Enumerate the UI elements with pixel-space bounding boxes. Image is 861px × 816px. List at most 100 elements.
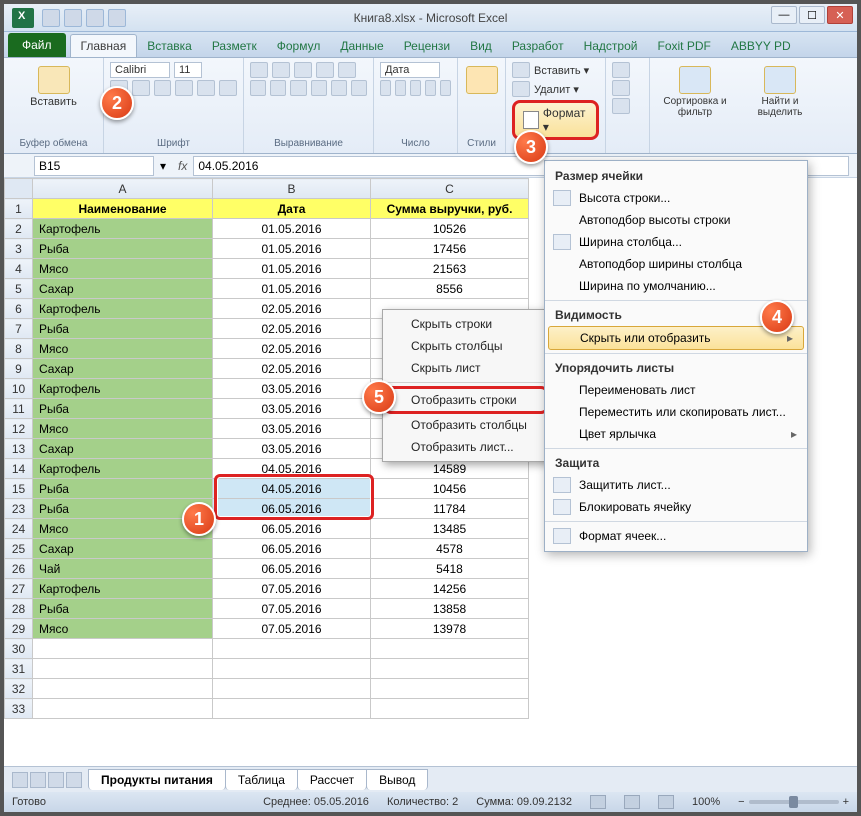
cell-date[interactable]: 01.05.2016 [213, 219, 371, 239]
indent-inc-icon[interactable] [331, 80, 347, 96]
cell-name[interactable]: Картофель [33, 579, 213, 599]
cell-date[interactable]: 06.05.2016 [213, 499, 371, 519]
menu-protect-sheet[interactable]: Защитить лист... [545, 474, 807, 496]
cell-date[interactable]: 03.05.2016 [213, 399, 371, 419]
menu-row-autofit[interactable]: Автоподбор высоты строки [545, 209, 807, 231]
row-header[interactable]: 24 [5, 519, 33, 539]
name-box[interactable]: B15 [34, 156, 154, 176]
cell-name[interactable]: Чай [33, 559, 213, 579]
percent-icon[interactable] [395, 80, 406, 96]
col-header-a[interactable]: A [33, 179, 213, 199]
align-left-icon[interactable] [250, 80, 266, 96]
font-name[interactable]: Calibri [110, 62, 170, 78]
align-center-icon[interactable] [270, 80, 286, 96]
underline-icon[interactable] [154, 80, 172, 96]
sheet-nav-first[interactable] [12, 772, 28, 788]
comma-icon[interactable] [410, 80, 421, 96]
sort-filter-button[interactable]: Сортировка и фильтр [656, 62, 734, 122]
menu-row-height[interactable]: Высота строки... [545, 187, 807, 209]
wrap-icon[interactable] [338, 62, 356, 78]
tab-home[interactable]: Главная [70, 34, 138, 57]
cell-name[interactable]: Картофель [33, 379, 213, 399]
cell-sum[interactable]: 10526 [371, 219, 529, 239]
cell-name[interactable]: Картофель [33, 219, 213, 239]
namebox-dropdown-icon[interactable]: ▾ [154, 159, 172, 173]
cell-name[interactable]: Рыба [33, 599, 213, 619]
paste-button[interactable]: Вставить [10, 62, 97, 112]
cell-date[interactable]: 04.05.2016 [213, 459, 371, 479]
row-header[interactable]: 33 [5, 699, 33, 719]
cell-name[interactable]: Сахар [33, 439, 213, 459]
row-header[interactable]: 3 [5, 239, 33, 259]
delete-cells-button[interactable]: Удалит ▾ [512, 81, 599, 97]
menu-hide-rows[interactable]: Скрыть строки [383, 313, 549, 335]
row-header[interactable]: 31 [5, 659, 33, 679]
menu-unhide-rows[interactable]: Отобразить строки [383, 386, 549, 414]
cell-date[interactable]: 07.05.2016 [213, 579, 371, 599]
cell-sum[interactable]: 13978 [371, 619, 529, 639]
tab-insert[interactable]: Вставка [137, 35, 202, 57]
cell-name[interactable]: Сахар [33, 359, 213, 379]
sheet-nav-last[interactable] [66, 772, 82, 788]
cell-sum[interactable]: 14256 [371, 579, 529, 599]
currency-icon[interactable] [380, 80, 391, 96]
cell-name[interactable]: Мясо [33, 619, 213, 639]
cell-date[interactable]: 02.05.2016 [213, 339, 371, 359]
row-header[interactable]: 5 [5, 279, 33, 299]
tab-formulas[interactable]: Формул [267, 35, 331, 57]
menu-unhide-sheet[interactable]: Отобразить лист... [383, 436, 549, 458]
cell-date[interactable]: 02.05.2016 [213, 359, 371, 379]
indent-dec-icon[interactable] [311, 80, 327, 96]
cell-date[interactable]: 01.05.2016 [213, 259, 371, 279]
row-header[interactable]: 1 [5, 199, 33, 219]
cell-date[interactable]: 06.05.2016 [213, 559, 371, 579]
row-header[interactable]: 13 [5, 439, 33, 459]
clear-icon[interactable] [612, 98, 630, 114]
redo-icon[interactable] [86, 9, 104, 27]
menu-hide-cols[interactable]: Скрыть столбцы [383, 335, 549, 357]
merge-icon[interactable] [351, 80, 367, 96]
row-header[interactable]: 23 [5, 499, 33, 519]
cell-date[interactable]: 04.05.2016 [213, 479, 371, 499]
col-header-b[interactable]: B [213, 179, 371, 199]
sheet-tab-active[interactable]: Продукты питания [88, 769, 226, 790]
cell-sum[interactable]: 5418 [371, 559, 529, 579]
tab-developer[interactable]: Разработ [502, 35, 574, 57]
menu-format-cells[interactable]: Формат ячеек... [545, 525, 807, 547]
styles-button[interactable] [464, 62, 499, 98]
row-header[interactable]: 27 [5, 579, 33, 599]
header-sum[interactable]: Сумма выручки, руб. [371, 199, 529, 219]
cell-sum[interactable]: 8556 [371, 279, 529, 299]
cell-sum[interactable]: 10456 [371, 479, 529, 499]
header-name[interactable]: Наименование [33, 199, 213, 219]
tab-review[interactable]: Рецензи [394, 35, 460, 57]
tab-foxit[interactable]: Foxit PDF [647, 35, 720, 57]
cell-date[interactable]: 01.05.2016 [213, 279, 371, 299]
cell-date[interactable]: 03.05.2016 [213, 419, 371, 439]
row-header[interactable]: 12 [5, 419, 33, 439]
view-layout-icon[interactable] [624, 795, 640, 809]
align-bot-icon[interactable] [294, 62, 312, 78]
cell-sum[interactable]: 21563 [371, 259, 529, 279]
sheet-tab[interactable]: Рассчет [297, 769, 367, 790]
menu-rename-sheet[interactable]: Переименовать лист [545, 379, 807, 401]
row-header[interactable]: 15 [5, 479, 33, 499]
cell-date[interactable]: 03.05.2016 [213, 379, 371, 399]
cell-date[interactable]: 07.05.2016 [213, 599, 371, 619]
font-color-icon[interactable] [219, 80, 237, 96]
cell-date[interactable]: 06.05.2016 [213, 539, 371, 559]
undo-icon[interactable] [64, 9, 82, 27]
select-all-corner[interactable] [5, 179, 33, 199]
row-header[interactable]: 8 [5, 339, 33, 359]
tab-data[interactable]: Данные [330, 35, 393, 57]
row-header[interactable]: 2 [5, 219, 33, 239]
row-header[interactable]: 14 [5, 459, 33, 479]
cell-name[interactable]: Рыба [33, 479, 213, 499]
row-header[interactable]: 6 [5, 299, 33, 319]
cell-name[interactable]: Мясо [33, 259, 213, 279]
menu-move-sheet[interactable]: Переместить или скопировать лист... [545, 401, 807, 423]
tab-file[interactable]: Файл [8, 33, 66, 57]
tab-abbyy[interactable]: ABBYY PD [721, 35, 801, 57]
number-format[interactable]: Дата [380, 62, 440, 78]
menu-unhide-cols[interactable]: Отобразить столбцы [383, 414, 549, 436]
